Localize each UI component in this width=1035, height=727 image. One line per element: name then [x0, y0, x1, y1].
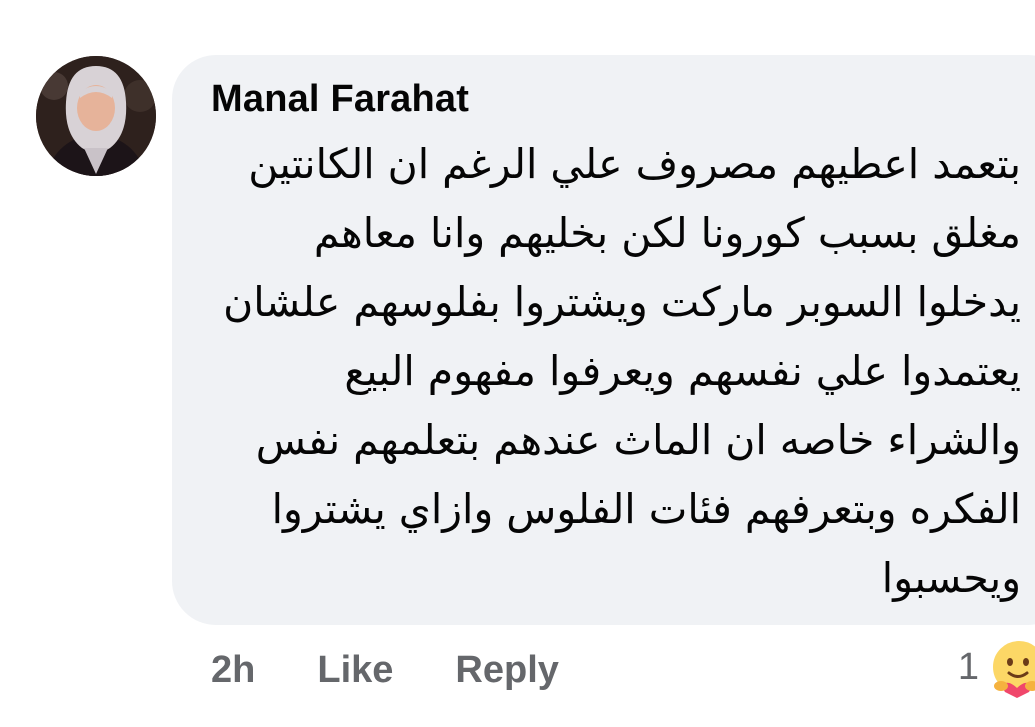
comment-text: بتعمد اعطيهم مصروف علي الرغم ان الكانتين… [223, 140, 1021, 602]
author-name[interactable]: Manal Farahat [211, 78, 469, 121]
reply-button[interactable]: Reply [455, 649, 558, 692]
timestamp[interactable]: 2h [211, 649, 255, 692]
comment-actions: 2h Like Reply [211, 645, 559, 695]
like-button[interactable]: Like [317, 649, 393, 692]
profile-photo [36, 56, 156, 176]
care-reaction-icon [991, 639, 1035, 698]
avatar[interactable] [36, 56, 156, 176]
comment-view: Manal Farahat بتعمد اعطيهم مصروف علي الر… [0, 0, 1035, 727]
reaction-summary[interactable]: 1 [958, 632, 1035, 702]
reaction-count: 1 [957, 645, 979, 688]
